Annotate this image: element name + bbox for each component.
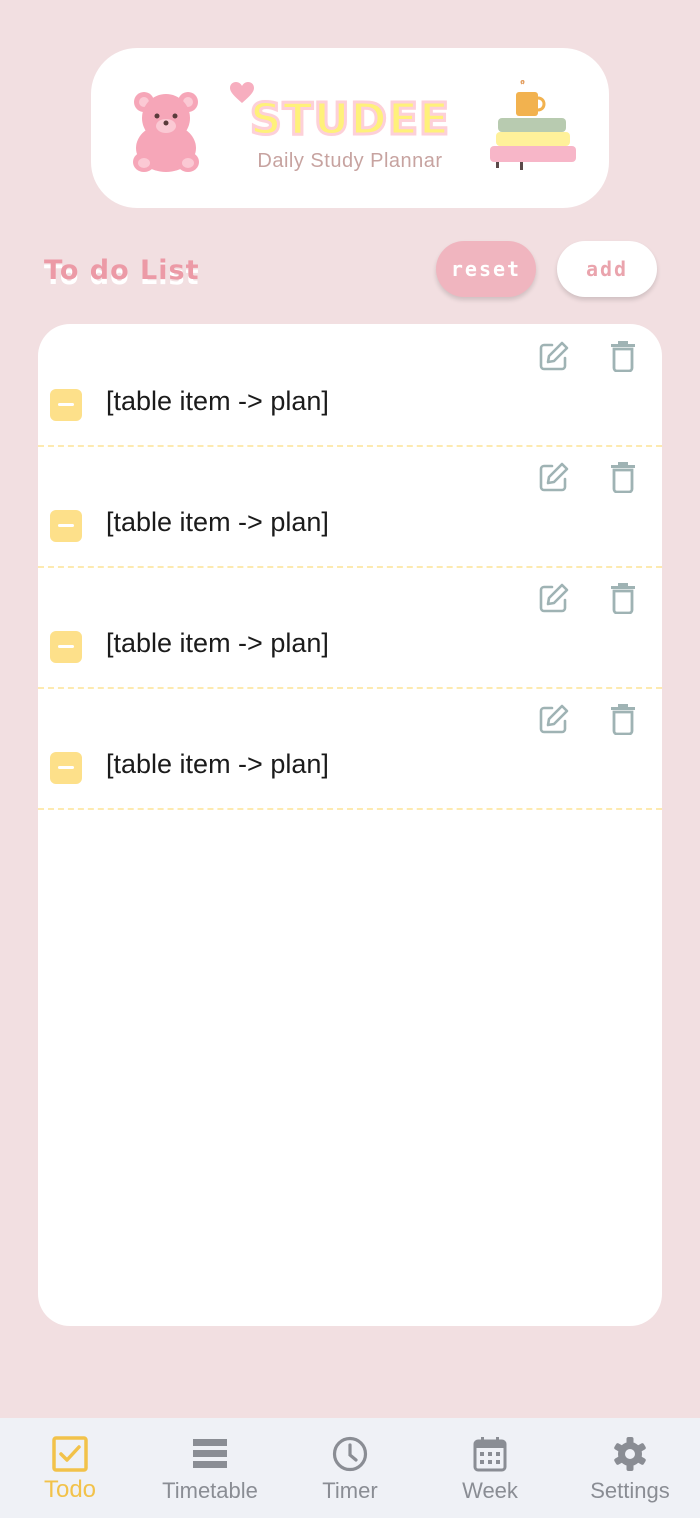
- books-coffee-icon: [490, 80, 576, 170]
- app-logo-subtitle: Daily Study Plannar: [257, 150, 443, 172]
- nav-item-timetable[interactable]: Timetable: [140, 1418, 280, 1518]
- app-logo-title: STUDEE: [249, 93, 451, 147]
- trash-icon[interactable]: [610, 340, 636, 372]
- nav-label-week: Week: [462, 1478, 518, 1503]
- nav-label-timetable: Timetable: [162, 1478, 258, 1503]
- item-checkbox[interactable]: [50, 510, 82, 542]
- checkbox-icon: [52, 1436, 88, 1472]
- nav-item-settings[interactable]: Settings: [560, 1418, 700, 1518]
- item-text: [table item -> plan]: [106, 628, 329, 658]
- todo-item: [table item -> plan]: [38, 566, 662, 689]
- item-text: [table item -> plan]: [106, 507, 329, 537]
- todo-item: [table item -> plan]: [38, 324, 662, 447]
- edit-icon[interactable]: [538, 340, 570, 372]
- todo-list-card: [table item -> plan] [table item -> plan…: [38, 324, 662, 1326]
- edit-icon[interactable]: [538, 461, 570, 493]
- todo-item: [table item -> plan]: [38, 687, 662, 810]
- add-button[interactable]: add: [557, 241, 657, 297]
- item-text: [table item -> plan]: [106, 749, 329, 779]
- list-icon: [193, 1439, 227, 1468]
- nav-label-todo: Todo: [43, 1476, 97, 1503]
- clock-icon: [332, 1436, 368, 1472]
- item-checkbox[interactable]: [50, 752, 82, 784]
- gear-icon: [614, 1437, 646, 1471]
- todo-item: [table item -> plan]: [38, 445, 662, 568]
- teddy-bear-icon: [133, 92, 199, 172]
- nav-label-settings: Settings: [590, 1478, 670, 1503]
- item-text: [table item -> plan]: [106, 386, 329, 416]
- trash-icon[interactable]: [610, 461, 636, 493]
- nav-label-timer: Timer: [322, 1478, 378, 1503]
- item-checkbox[interactable]: [50, 389, 82, 421]
- nav-item-week[interactable]: Week: [420, 1418, 560, 1518]
- nav-item-timer[interactable]: Timer: [280, 1418, 420, 1518]
- reset-button[interactable]: reset: [436, 241, 536, 297]
- calendar-icon: [473, 1437, 507, 1472]
- edit-icon[interactable]: [538, 582, 570, 614]
- bottom-navigation: Todo Timetable Timer Week Settings: [0, 1418, 700, 1518]
- trash-icon[interactable]: [610, 703, 636, 735]
- trash-icon[interactable]: [610, 582, 636, 614]
- item-checkbox[interactable]: [50, 631, 82, 663]
- todo-list-title: To do List: [44, 255, 200, 286]
- nav-item-todo[interactable]: Todo: [0, 1418, 140, 1518]
- edit-icon[interactable]: [538, 703, 570, 735]
